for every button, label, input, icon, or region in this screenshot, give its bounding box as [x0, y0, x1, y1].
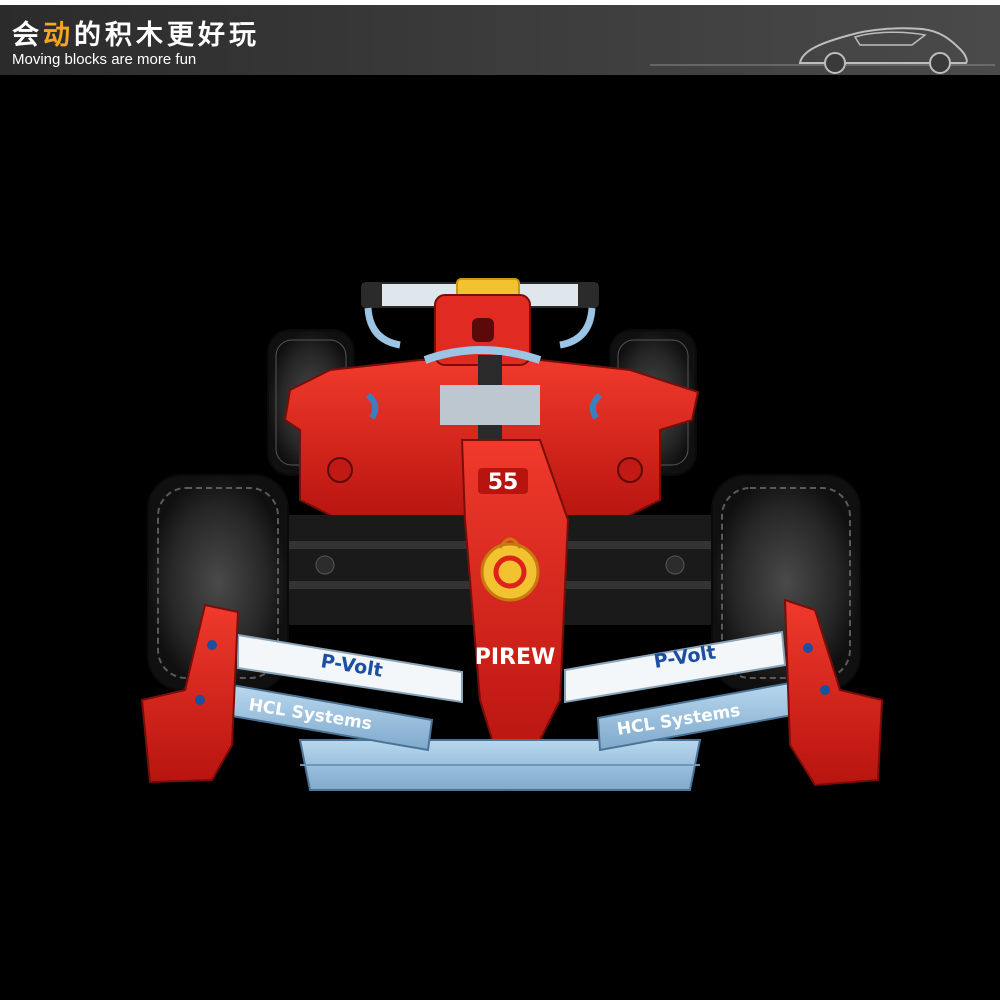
product-photo: 55 PIREW P-Volt HCL Systems P-Volt HCL S…: [0, 75, 1000, 1000]
banner-title-accent: 动: [43, 20, 74, 51]
banner-subtitle: Moving blocks are more fun: [12, 51, 197, 68]
lego-f1-car-illustration: 55 PIREW P-Volt HCL Systems P-Volt HCL S…: [140, 278, 884, 791]
right-wing-flaps: P-Volt HCL Systems: [564, 630, 800, 752]
banner-title-rest: 的积木更好玩: [74, 20, 260, 51]
car-number: 55: [488, 470, 519, 495]
banner-title: 会动的积木更好玩: [12, 13, 260, 52]
front-wing: [298, 739, 702, 791]
banner-title-lead: 会: [12, 20, 43, 51]
car-outline-icon: [650, 27, 995, 74]
nose-cone: 55 PIREW: [460, 439, 570, 767]
nose-sponsor: PIREW: [475, 645, 556, 670]
header-banner: 会动的积木更好玩 Moving blocks are more fun: [0, 5, 1000, 75]
left-wing-flaps: P-Volt HCL Systems: [231, 633, 463, 752]
